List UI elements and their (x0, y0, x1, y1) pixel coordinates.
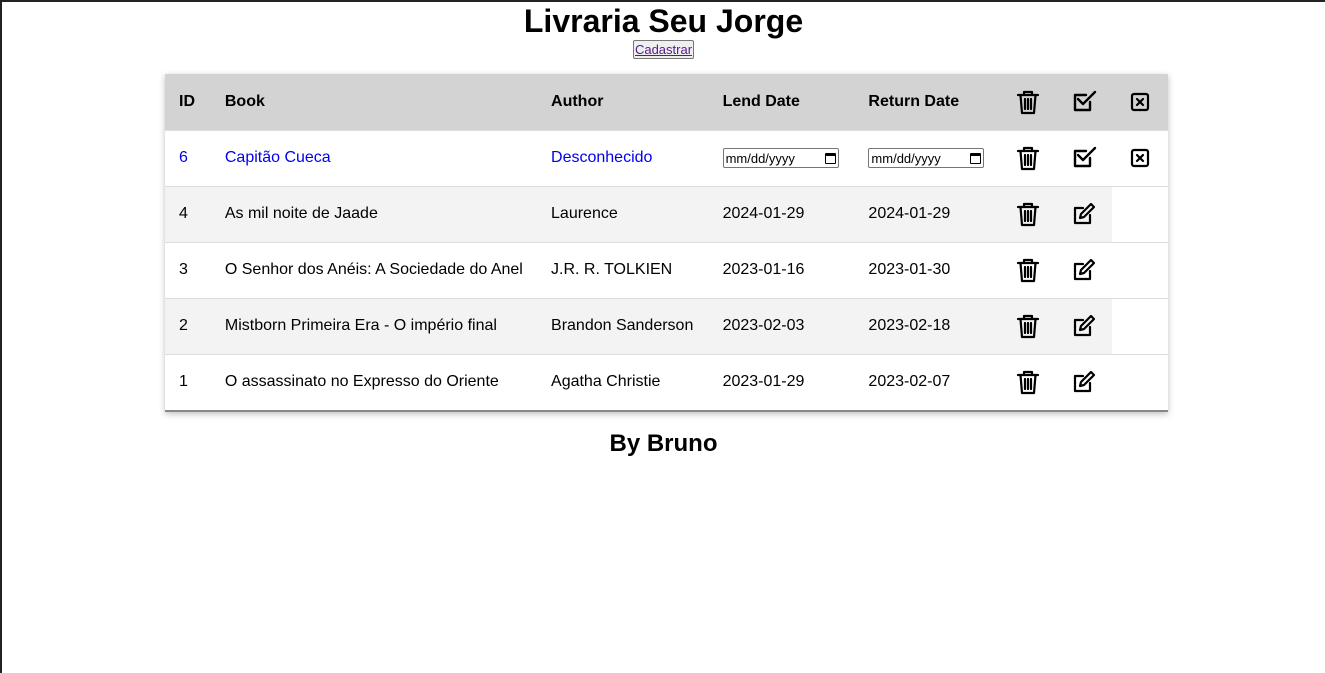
cell-delete (1000, 130, 1056, 186)
cell-empty (1112, 242, 1168, 298)
cell-confirm (1056, 130, 1112, 186)
cell-return-date: 2023-02-18 (854, 298, 1001, 354)
cell-id: 6 (179, 149, 188, 166)
edit-pencil-icon[interactable] (1070, 312, 1098, 340)
cell-cancel (1112, 130, 1168, 186)
column-header-lend-date: Lend Date (722, 92, 800, 110)
register-wrap: Cadastrar (2, 40, 1325, 60)
cell-author-edit[interactable]: Desconhecido (537, 130, 709, 186)
calendar-icon[interactable] (824, 152, 836, 164)
cell-delete (1000, 298, 1057, 354)
lend-date-placeholder: mm/dd/yyyy (725, 150, 795, 166)
column-header-confirm (1056, 74, 1112, 130)
loans-table: ID Book Author Lend Date Return Date 6 C… (165, 74, 1168, 410)
column-header-cancel (1112, 74, 1168, 130)
cell-author: Laurence (537, 186, 709, 242)
cell-empty (1112, 354, 1168, 410)
table-row: 1 O assassinato no Expresso do Oriente A… (165, 354, 1168, 410)
return-date-input[interactable]: mm/dd/yyyy (868, 148, 985, 168)
cell-lend-date: 2023-02-03 (708, 298, 855, 354)
table-header-row: ID Book Author Lend Date Return Date (165, 74, 1168, 130)
column-header-id: ID (179, 92, 195, 110)
trash-icon[interactable] (1014, 144, 1042, 172)
trash-icon[interactable] (1014, 256, 1042, 284)
cell-edit (1056, 242, 1112, 298)
page-title: Livraria Seu Jorge (523, 3, 804, 39)
close-square-icon (1126, 88, 1154, 116)
cell-return-date: 2023-02-07 (868, 373, 951, 391)
trash-icon (1014, 88, 1042, 116)
cell-id: 1 (179, 373, 188, 391)
cell-delete (1000, 186, 1057, 242)
cell-lend-date: 2024-01-29 (708, 186, 855, 242)
cell-empty (1112, 298, 1168, 354)
cell-id: 4 (165, 186, 211, 242)
loans-table-card: ID Book Author Lend Date Return Date 6 C… (165, 74, 1168, 412)
table-row: 4 As mil noite de Jaade Laurence 2024-01… (165, 186, 1168, 242)
edit-pencil-icon[interactable] (1070, 368, 1098, 396)
cell-book-edit[interactable]: Capitão Cueca (211, 130, 537, 186)
trash-icon[interactable] (1014, 368, 1042, 396)
cell-book: O Senhor dos Anéis: A Sociedade do Anel (224, 261, 523, 278)
cell-return-date: mm/dd/yyyy (854, 130, 1000, 186)
cell-author: Agatha Christie (551, 373, 661, 391)
trash-icon[interactable] (1014, 312, 1042, 340)
lend-date-input[interactable]: mm/dd/yyyy (722, 148, 839, 168)
return-date-placeholder: mm/dd/yyyy (871, 150, 941, 166)
cell-book: Mistborn Primeira Era - O império final (210, 298, 538, 354)
cell-author: J.R. R. TOLKIEN (551, 261, 673, 278)
footer-author: By Bruno (609, 430, 718, 457)
table-row: 2 Mistborn Primeira Era - O império fina… (165, 298, 1168, 354)
cell-return-date: 2023-01-30 (868, 261, 951, 278)
cell-author: Brandon Sanderson (537, 298, 709, 354)
cell-book: As mil noite de Jaade (210, 186, 538, 242)
table-row: 3 O Senhor dos Anéis: A Sociedade do Ane… (165, 242, 1168, 298)
cell-edit (1056, 186, 1113, 242)
cell-id: 2 (165, 298, 211, 354)
trash-icon[interactable] (1014, 200, 1042, 228)
calendar-icon[interactable] (970, 152, 982, 164)
cell-empty (1112, 186, 1168, 242)
cell-id: 3 (179, 261, 188, 278)
cell-book: O assassinato no Expresso do Oriente (224, 373, 499, 391)
cell-lend-date: 2023-01-16 (722, 261, 805, 278)
edit-pencil-icon[interactable] (1070, 256, 1098, 284)
column-header-book: Book (224, 92, 265, 110)
cell-delete (1000, 354, 1056, 410)
column-header-delete (1000, 74, 1056, 130)
edit-pencil-icon[interactable] (1070, 200, 1098, 228)
cell-lend-date: 2023-01-29 (722, 373, 805, 391)
column-header-return-date: Return Date (868, 92, 960, 110)
check-square-icon (1070, 88, 1098, 116)
cell-edit (1056, 354, 1112, 410)
close-square-icon[interactable] (1126, 144, 1154, 172)
cell-delete (1000, 242, 1056, 298)
cell-lend-date: mm/dd/yyyy (709, 130, 855, 186)
cell-return-date: 2024-01-29 (854, 186, 1001, 242)
register-button[interactable]: Cadastrar (632, 40, 695, 59)
check-square-icon[interactable] (1070, 144, 1098, 172)
cell-edit (1056, 298, 1113, 354)
table-row-editing: 6 Capitão Cueca Desconhecido mm/dd/yyyy … (165, 130, 1168, 186)
column-header-author: Author (551, 92, 604, 110)
